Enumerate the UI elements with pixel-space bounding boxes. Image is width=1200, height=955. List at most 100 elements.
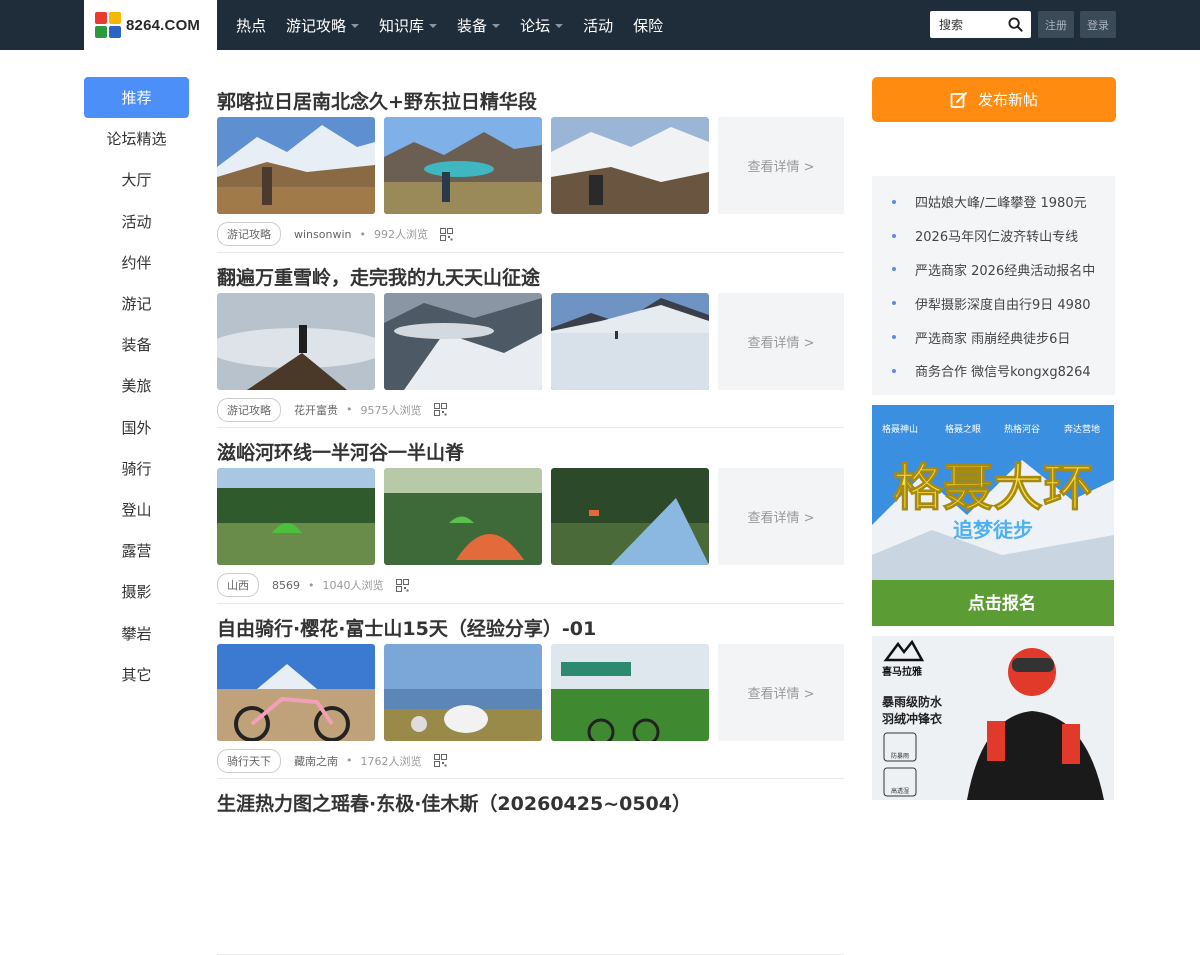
qr-code-icon[interactable] — [433, 754, 447, 767]
site-logo[interactable]: 8264.COM — [84, 0, 217, 50]
sidebar-item-other[interactable]: 其它 — [84, 654, 189, 695]
post-author[interactable]: 藏南之南 — [294, 753, 338, 769]
ad2-brand: 喜马拉雅 — [882, 665, 922, 678]
nav-item-hot[interactable]: 热点 — [236, 15, 266, 36]
post-author[interactable]: 8569 — [272, 579, 300, 592]
sidebar-item-photography[interactable]: 摄影 — [84, 571, 189, 612]
sidebar-item-camping[interactable]: 露营 — [84, 530, 189, 571]
sidebar-item-forum-picks[interactable]: 论坛精选 — [84, 118, 189, 159]
post-photo[interactable] — [384, 468, 542, 565]
sidebar-item-cycling[interactable]: 骑行 — [84, 448, 189, 489]
caret-down-icon — [555, 24, 564, 28]
bullet-icon — [892, 368, 896, 373]
bullet-icon — [892, 301, 896, 306]
post-title[interactable]: 郭喀拉日居南北念久+野东拉日精华段 — [217, 87, 537, 114]
search-input[interactable] — [939, 17, 1005, 32]
post-card: 郭喀拉日居南北念久+野东拉日精华段 查看详情 > 游记攻略 winsonwin … — [217, 77, 844, 253]
category-sidebar: 推荐 论坛精选 大厅 活动 约伴 游记 装备 美旅 国外 骑行 登山 露营 摄影… — [84, 77, 189, 695]
post-title[interactable]: 滋峪河环线一半河谷一半山脊 — [217, 438, 464, 465]
post-card: 滋峪河环线一半河谷一半山脊 查看详情 > 山西 8569 • 1040人浏览 — [217, 428, 844, 604]
separator-dot: • — [346, 403, 353, 416]
post-photo[interactable] — [217, 117, 375, 214]
post-feed: 郭喀拉日居南北念久+野东拉日精华段 查看详情 > 游记攻略 winsonwin … — [217, 77, 844, 955]
post-views: 1762人浏览 — [360, 754, 422, 768]
ad1-cta: 点击报名 — [968, 593, 1036, 614]
publish-post-button[interactable]: 发布新帖 — [872, 77, 1116, 122]
post-photo[interactable] — [384, 117, 542, 214]
nav-item-knowledge[interactable]: 知识库 — [379, 15, 438, 36]
caret-down-icon — [492, 24, 501, 28]
sidebar-item-abroad[interactable]: 国外 — [84, 407, 189, 448]
search-box — [930, 11, 1031, 38]
search-icon[interactable] — [1008, 17, 1023, 32]
view-details-button[interactable]: 查看详情 > — [718, 468, 844, 565]
post-photo[interactable] — [217, 292, 375, 390]
sidebar-item-companions[interactable]: 约伴 — [84, 242, 189, 283]
bullet-icon — [892, 199, 896, 204]
post-author[interactable]: winsonwin — [294, 228, 351, 241]
nav-label: 热点 — [236, 16, 267, 35]
sidebar-item-gear[interactable]: 装备 — [84, 324, 189, 365]
bullet-icon — [892, 267, 896, 272]
post-title[interactable]: 自由骑行·樱花·富士山15天（经验分享）-01 — [217, 614, 596, 641]
nav-label: 游记攻略 — [286, 16, 347, 35]
sidebar-item-hall[interactable]: 大厅 — [84, 159, 189, 200]
post-photo[interactable] — [551, 117, 709, 214]
nav-item-gear[interactable]: 装备 — [457, 15, 501, 36]
ad2-line2: 羽绒冲锋衣 — [882, 711, 942, 726]
sidebar-item-recommend[interactable]: 推荐 — [84, 77, 189, 119]
nav-item-travelogue[interactable]: 游记攻略 — [286, 15, 360, 36]
qr-code-icon[interactable] — [395, 578, 409, 592]
post-photo[interactable] — [551, 643, 709, 741]
promo-link-list: 四姑娘大峰/二峰攀登 1980元 2026马年冈仁波齐转山专线 严选商家 202… — [872, 176, 1115, 395]
sidebar-item-climbing[interactable]: 攀岩 — [84, 612, 189, 653]
post-author[interactable]: 花开富贵 — [294, 402, 338, 418]
post-photo[interactable] — [551, 292, 709, 390]
post-photo[interactable] — [384, 292, 542, 390]
promo-link[interactable]: 严选商家 2026经典活动报名中 — [872, 253, 1115, 287]
logo-icon — [95, 12, 121, 38]
post-card: 自由骑行·樱花·富士山15天（经验分享）-01 查看详情 > 骑行天下 藏南之南… — [217, 604, 844, 779]
jacket-ad-banner[interactable]: 喜马拉雅 暴雨级防水 羽绒冲锋衣 防暴雨 高透湿 — [872, 636, 1114, 800]
post-views: 1040人浏览 — [322, 579, 384, 592]
post-tag[interactable]: 游记攻略 — [217, 397, 281, 422]
promo-link-label: 四姑娘大峰/二峰攀登 1980元 — [915, 196, 1087, 212]
caret-down-icon — [351, 24, 360, 28]
post-tag[interactable]: 山西 — [217, 573, 259, 597]
login-button[interactable]: 登录 — [1080, 11, 1116, 38]
nav-item-forum[interactable]: 论坛 — [520, 15, 564, 36]
post-views: 9575人浏览 — [360, 403, 422, 417]
post-title[interactable]: 生涯热力图之瑶春·东极·佳木斯（20260425~0504） — [217, 789, 691, 816]
view-details-button[interactable]: 查看详情 > — [718, 117, 844, 214]
sidebar-item-events[interactable]: 活动 — [84, 201, 189, 242]
nav-item-insurance[interactable]: 保险 — [633, 15, 663, 36]
post-tag[interactable]: 游记攻略 — [217, 222, 281, 246]
promo-link[interactable]: 商务合作 微信号kongxg8264 — [872, 354, 1115, 388]
post-photo[interactable] — [217, 643, 375, 741]
ad2-badge: 高透湿 — [891, 787, 909, 795]
promo-link[interactable]: 四姑娘大峰/二峰攀登 1980元 — [872, 185, 1115, 219]
edit-icon — [950, 91, 967, 108]
promo-link[interactable]: 伊犁摄影深度自由行9日 4980 — [872, 286, 1115, 320]
sidebar-item-mountaineering[interactable]: 登山 — [84, 489, 189, 530]
sidebar-item-travelogue[interactable]: 游记 — [84, 283, 189, 324]
post-photo[interactable] — [551, 468, 709, 565]
promo-link-label: 严选商家 雨崩经典徒步6日 — [915, 331, 1071, 347]
promo-link[interactable]: 2026马年冈仁波齐转山专线 — [872, 219, 1115, 253]
view-details-button[interactable]: 查看详情 > — [718, 643, 844, 741]
nav-item-events[interactable]: 活动 — [583, 15, 613, 36]
sidebar-item-beauty-travel[interactable]: 美旅 — [84, 365, 189, 406]
ad1-subline: 追梦徒步 — [953, 518, 1033, 542]
promo-link-label: 2026马年冈仁波齐转山专线 — [915, 230, 1079, 246]
qr-code-icon[interactable] — [433, 403, 447, 416]
view-details-button[interactable]: 查看详情 > — [718, 292, 844, 390]
qr-code-icon[interactable] — [439, 227, 453, 241]
post-photo[interactable] — [217, 468, 375, 565]
post-title[interactable]: 翻遍万重雪岭，走完我的九天天山征途 — [217, 263, 540, 290]
register-button[interactable]: 注册 — [1038, 11, 1074, 38]
main-nav: 热点 游记攻略 知识库 装备 论坛 活动 保险 — [236, 0, 683, 50]
gene-trek-ad-banner[interactable]: 格聂神山 格聂之眼 热格河谷 奔达营地 格聂大环 追梦徒步 点击报名 — [872, 405, 1114, 626]
promo-link[interactable]: 严选商家 雨崩经典徒步6日 — [872, 320, 1115, 354]
post-tag[interactable]: 骑行天下 — [217, 748, 281, 773]
post-photo[interactable] — [384, 643, 542, 741]
